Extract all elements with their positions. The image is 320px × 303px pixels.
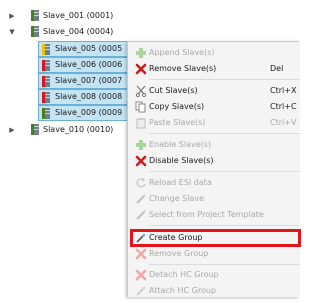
tree-item-slave-008[interactable]: Slave_008 (0008 [38, 89, 128, 105]
menu-item-label: Cut Slave(s) [149, 86, 198, 95]
tree-item-slave-005[interactable]: Slave_005 (0005 [38, 41, 128, 57]
menu-item-shortcut: Ctrl+V [270, 118, 297, 127]
menu-item-append-slaves[interactable]: Append Slave(s) [128, 45, 299, 61]
menu-item-attach-hc-group[interactable]: Attach HC Group [128, 283, 299, 299]
menu-item-shortcut: Del [270, 64, 284, 73]
menu-item-label: Enable Slave(s) [149, 140, 212, 149]
menu-item-label: Remove Group [149, 249, 209, 258]
highlight-frame [130, 229, 301, 247]
tree-item-label: Slave_010 (0010) [43, 125, 114, 134]
pencil-icon [135, 193, 147, 205]
slave-device-icon [42, 44, 50, 55]
menu-item-detach-hc-group[interactable]: Detach HC Group [128, 267, 299, 283]
reload-icon [135, 177, 147, 189]
menu-item-label: Detach HC Group [149, 270, 219, 279]
plus-icon [135, 47, 147, 59]
menu-item-paste-slaves[interactable]: Paste Slave(s) Ctrl+V [128, 115, 299, 131]
menu-item-label: Reload ESI data [149, 178, 212, 187]
tree-item-label: Slave_008 (0008 [55, 92, 123, 101]
menu-item-shortcut: Ctrl+X [270, 86, 297, 95]
slave-device-icon [42, 60, 50, 71]
tree-item-slave-009[interactable]: Slave_009 (0009 [38, 105, 128, 121]
scissors-icon [135, 85, 147, 98]
menu-item-label: Remove Slave(s) [149, 64, 217, 73]
tree-item-slave-004[interactable]: ▼ Slave_004 (0004) [0, 25, 124, 39]
menu-item-label: Attach HC Group [149, 286, 217, 295]
remove-x-icon [135, 248, 147, 260]
menu-item-copy-slaves[interactable]: Copy Slave(s) Ctrl+C [128, 99, 299, 115]
tree-item-label: Slave_004 (0004) [43, 27, 114, 36]
tree-item-slave-010[interactable]: ▶ Slave_010 (0010) [0, 123, 124, 137]
menu-item-label: Paste Slave(s) [149, 118, 206, 127]
tree-item-label: Slave_006 (0006 [55, 60, 123, 69]
collapse-arrow-icon[interactable]: ▼ [8, 27, 16, 37]
menu-item-change-slave[interactable]: Change Slave [128, 191, 299, 207]
menu-item-disable-slaves[interactable]: Disable Slave(s) [128, 153, 299, 169]
menu-separator [149, 171, 299, 172]
menu-item-label: Disable Slave(s) [149, 156, 214, 165]
menu-item-cut-slaves[interactable]: Cut Slave(s) Ctrl+X [128, 83, 299, 99]
wand-icon [135, 285, 147, 297]
menu-item-label: Copy Slave(s) [149, 102, 205, 111]
context-menu: Append Slave(s) Remove Slave(s) Del Cut … [127, 41, 301, 299]
paste-icon [135, 117, 147, 129]
tree-item-label: Slave_007 (0007 [55, 76, 123, 85]
menu-item-label: Select from Project Template [149, 210, 264, 219]
menu-separator [149, 225, 299, 226]
remove-x-icon [135, 155, 147, 167]
menu-item-label: Change Slave [149, 194, 205, 203]
slave-device-icon [31, 10, 39, 21]
slave-device-icon [42, 92, 50, 103]
tree-item-slave-007[interactable]: Slave_007 (0007 [38, 73, 128, 89]
expand-arrow-icon[interactable]: ▶ [8, 125, 16, 135]
menu-item-shortcut: Ctrl+C [270, 102, 297, 111]
tree-item-label: Slave_005 (0005 [55, 44, 123, 53]
menu-separator [149, 79, 299, 80]
menu-item-select-from-project-template[interactable]: Select from Project Template [128, 207, 299, 223]
pencil-icon [135, 209, 147, 221]
copy-icon [135, 101, 147, 113]
slave-device-icon [31, 26, 39, 37]
menu-item-label: Append Slave(s) [149, 48, 215, 57]
tree-item-label: Slave_001 (0001) [43, 11, 114, 20]
menu-item-remove-group[interactable]: Remove Group [128, 246, 299, 262]
menu-item-remove-slaves[interactable]: Remove Slave(s) Del [128, 61, 299, 77]
tree-item-slave-006[interactable]: Slave_006 (0006 [38, 57, 128, 73]
menu-item-enable-slaves[interactable]: Enable Slave(s) [128, 137, 299, 153]
remove-x-icon [135, 269, 147, 281]
menu-separator [149, 264, 299, 265]
menu-separator [149, 133, 299, 134]
remove-x-icon [135, 63, 147, 75]
expand-arrow-icon[interactable]: ▶ [8, 11, 16, 21]
tree-item-label: Slave_009 (0009 [55, 108, 123, 117]
slave-device-icon [42, 108, 50, 119]
plus-icon [135, 139, 147, 151]
slave-device-icon [42, 76, 50, 87]
slave-device-icon [31, 124, 39, 135]
tree-item-slave-001[interactable]: ▶ Slave_001 (0001) [0, 9, 124, 23]
menu-item-reload-esi-data[interactable]: Reload ESI data [128, 175, 299, 191]
